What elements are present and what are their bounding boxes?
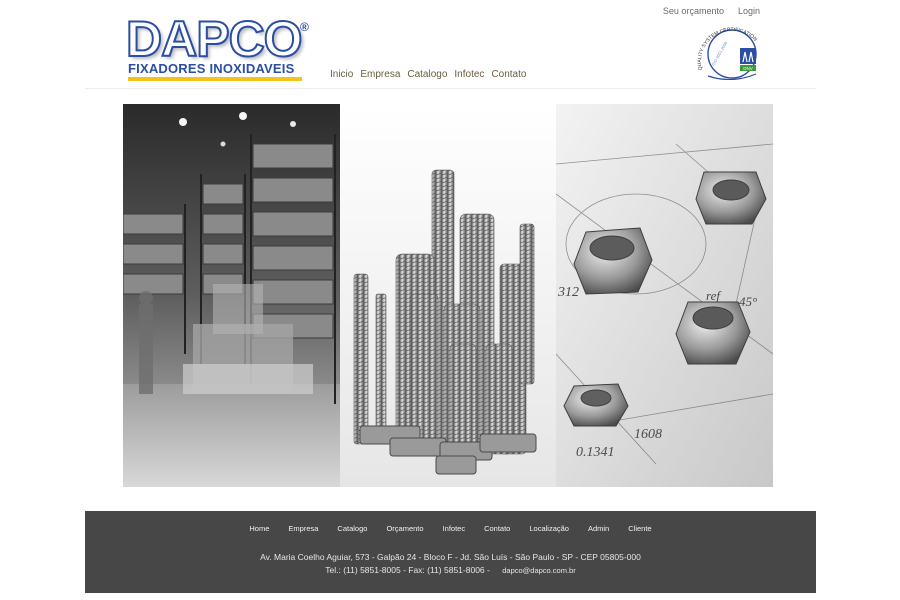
footer-link-localizacao[interactable]: Localização: [529, 524, 569, 533]
footer-email[interactable]: dapco@dapco.com.br: [502, 566, 576, 575]
header-divider: [85, 88, 816, 89]
top-links: Seu orçamento Login: [663, 6, 760, 16]
footer-link-empresa[interactable]: Empresa: [288, 524, 318, 533]
iso-standard-text: ISO 9001:2008: [711, 40, 729, 66]
footer-link-catalogo[interactable]: Catalogo: [337, 524, 367, 533]
nav-catalogo[interactable]: Catalogo: [407, 69, 447, 80]
quote-link[interactable]: Seu orçamento: [663, 6, 724, 16]
main-nav: Inicio Empresa Catalogo Infotec Contato: [330, 69, 526, 80]
drawing-text-01341: 0.1341: [576, 445, 615, 460]
hero-banner: 312 ref 45° 1608 0.1341: [123, 104, 773, 487]
registered-mark: ®: [300, 20, 309, 34]
warehouse-photo: [123, 104, 340, 487]
footer-contact: Tel.: (11) 5851-8005 - Fax: (11) 5851-80…: [85, 565, 816, 575]
dnv-box: [740, 48, 756, 64]
bolts-photo: [339, 104, 557, 487]
drawing-text-1608: 1608: [634, 427, 662, 442]
nuts-drawing-photo: 312 ref 45° 1608 0.1341: [556, 104, 773, 487]
footer-link-infotec[interactable]: Infotec: [443, 524, 466, 533]
logo[interactable]: DAPCO ® FIXADORES INOXIDAVEIS: [125, 13, 312, 82]
footer-phones: Tel.: (11) 5851-8005 - Fax: (11) 5851-80…: [325, 565, 490, 575]
drawing-text-ref: ref: [706, 288, 722, 303]
footer-link-cliente[interactable]: Cliente: [628, 524, 651, 533]
nav-contato[interactable]: Contato: [491, 69, 526, 80]
drawing-text-45: 45°: [739, 294, 757, 309]
logo-subtitle: FIXADORES INOXIDAVEIS: [128, 61, 295, 76]
logo-wordmark: DAPCO: [125, 11, 304, 67]
drawing-text-312: 312: [557, 285, 579, 300]
footer-nav: Home Empresa Catalogo Orçamento Infotec …: [85, 524, 816, 533]
logo-underline: [128, 77, 302, 81]
dnv-mark: DNV: [743, 66, 753, 71]
footer-link-admin[interactable]: Admin: [588, 524, 609, 533]
footer-link-contato[interactable]: Contato: [484, 524, 510, 533]
footer-address: Av. Maria Coelho Aguiar, 573 - Galpão 24…: [260, 552, 641, 562]
footer: Home Empresa Catalogo Orçamento Infotec …: [85, 511, 816, 593]
nav-empresa[interactable]: Empresa: [360, 69, 400, 80]
certification-seal: QUALITY SYSTEM CERTIFICATION ISO 9001:20…: [697, 27, 758, 80]
footer-link-home[interactable]: Home: [249, 524, 269, 533]
login-link[interactable]: Login: [738, 6, 760, 16]
nav-infotec[interactable]: Infotec: [454, 69, 484, 80]
footer-link-orcamento[interactable]: Orçamento: [386, 524, 423, 533]
nav-inicio[interactable]: Inicio: [330, 69, 353, 80]
